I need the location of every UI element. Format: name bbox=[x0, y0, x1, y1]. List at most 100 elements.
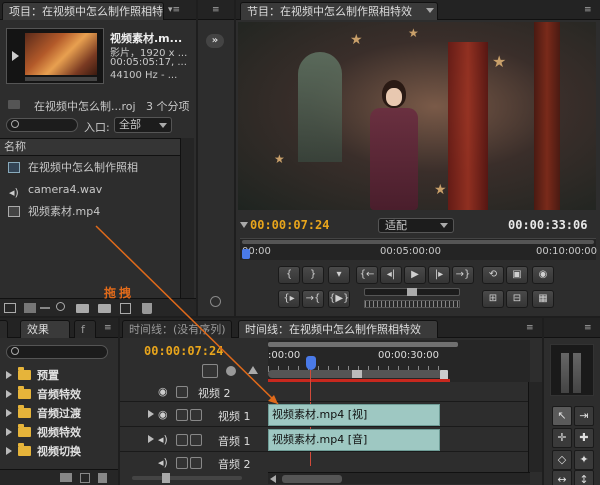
playhead-icon[interactable] bbox=[306, 356, 316, 370]
zoom-slider[interactable] bbox=[132, 473, 242, 483]
search-icon[interactable] bbox=[56, 302, 65, 311]
effects-folder-presets[interactable]: 预置 bbox=[0, 366, 118, 385]
folder-icon[interactable] bbox=[98, 304, 111, 313]
lock-icon[interactable] bbox=[176, 409, 188, 421]
hand-tool-icon[interactable]: ↕ bbox=[574, 470, 594, 485]
play-around-button[interactable]: {▶} bbox=[328, 290, 350, 308]
ripple-edit-tool-icon[interactable]: ✛ bbox=[552, 428, 572, 448]
mark-in-button[interactable]: { bbox=[278, 266, 300, 284]
thumbnail-scrub-bar[interactable] bbox=[25, 77, 97, 81]
audio-clip[interactable]: 视频素材.mp4 [音] bbox=[268, 429, 440, 451]
track-select-tool-icon[interactable]: ⇥ bbox=[574, 406, 594, 426]
lock-icon[interactable] bbox=[176, 386, 188, 398]
panel-menu-icon[interactable]: ≡ bbox=[104, 323, 112, 333]
name-column-header[interactable]: 名称 bbox=[0, 138, 180, 156]
project-search-input[interactable] bbox=[6, 118, 78, 132]
scroll-left-icon[interactable] bbox=[270, 475, 276, 483]
panel-menu-icon[interactable]: ≡ bbox=[212, 5, 220, 15]
mark-out-button[interactable]: } bbox=[302, 266, 324, 284]
new-item-icon[interactable] bbox=[80, 473, 90, 483]
trash-icon[interactable] bbox=[142, 303, 152, 314]
sync-lock-icon[interactable] bbox=[190, 434, 202, 446]
slip-tool-icon[interactable]: ✦ bbox=[574, 450, 594, 470]
panel-menu-icon[interactable]: ≡ bbox=[526, 323, 534, 333]
program-current-time[interactable]: 00:00:07:24 bbox=[250, 218, 329, 232]
fit-select[interactable]: 适配 bbox=[378, 218, 454, 233]
list-view-icon[interactable] bbox=[4, 303, 16, 313]
tab-project[interactable]: 项目：在视频中怎么制作照相特 bbox=[2, 2, 164, 20]
tab-hidden[interactable] bbox=[0, 320, 8, 338]
new-bin-icon[interactable] bbox=[76, 304, 89, 313]
eye-icon[interactable]: ◉ bbox=[158, 408, 168, 421]
timeline-vertical-scrollbar[interactable] bbox=[528, 382, 542, 472]
new-item-icon[interactable] bbox=[120, 303, 131, 314]
eye-icon[interactable]: ◉ bbox=[158, 385, 168, 398]
effects-folder-video-transitions[interactable]: 视频切换 bbox=[0, 442, 118, 461]
set-marker-icon[interactable] bbox=[248, 366, 258, 374]
effects-folder-audio-transitions[interactable]: 音频过渡 bbox=[0, 404, 118, 423]
zoom-slider[interactable] bbox=[40, 307, 50, 309]
ruler-range-bar[interactable] bbox=[242, 240, 594, 244]
entry-select[interactable]: 全部 bbox=[114, 117, 172, 133]
pen-tool-icon[interactable]: ↔ bbox=[552, 470, 572, 485]
list-item[interactable]: 视频素材.mp4 bbox=[0, 202, 180, 222]
new-bin-icon[interactable] bbox=[60, 473, 72, 482]
play-in-to-out-button[interactable]: {▸ bbox=[278, 290, 300, 308]
effects-folder-audio-effects[interactable]: 音频特效 bbox=[0, 385, 118, 404]
program-video-frame[interactable]: ★ ★ ★ ★ ★ bbox=[238, 22, 596, 210]
playhead-icon[interactable] bbox=[242, 249, 250, 259]
shuttle-left-button[interactable]: →{ bbox=[302, 290, 324, 308]
trash-icon[interactable] bbox=[98, 473, 107, 483]
list-item[interactable]: ◂) camera4.wav bbox=[0, 180, 180, 200]
go-to-out-button[interactable]: →} bbox=[452, 266, 474, 284]
power-icon[interactable] bbox=[210, 296, 221, 307]
razor-tool-icon[interactable]: ◇ bbox=[552, 450, 572, 470]
marker-button[interactable]: ▾ bbox=[328, 266, 350, 284]
tab-effects[interactable]: 效果 bbox=[20, 320, 70, 338]
play-button[interactable]: ▶ bbox=[404, 266, 426, 284]
tab-info[interactable]: f bbox=[74, 320, 96, 338]
sync-lock-icon[interactable] bbox=[190, 457, 202, 469]
selection-tool-icon[interactable]: ↖ bbox=[552, 406, 572, 426]
project-scrollbar[interactable] bbox=[180, 138, 194, 298]
lock-icon[interactable] bbox=[176, 457, 188, 469]
snap-icon[interactable] bbox=[202, 364, 218, 378]
zoom-slider-thumb[interactable] bbox=[162, 473, 170, 483]
video-clip[interactable]: 视频素材.mp4 [视] bbox=[268, 404, 440, 426]
effects-search-input[interactable] bbox=[6, 345, 108, 359]
panel-menu-icon[interactable]: ▾≡ bbox=[168, 5, 180, 15]
tab-timeline-empty[interactable]: 时间线：(没有序列) bbox=[122, 320, 232, 338]
go-to-in-button[interactable]: {← bbox=[356, 266, 378, 284]
work-area-bar[interactable] bbox=[268, 342, 458, 347]
speaker-icon[interactable]: ◂) bbox=[158, 456, 168, 469]
output-button[interactable]: ◉ bbox=[532, 266, 554, 284]
extract-button[interactable]: ⊟ bbox=[506, 290, 528, 308]
panel-menu-icon[interactable]: ≡ bbox=[584, 323, 592, 333]
shuttle-slider[interactable] bbox=[364, 288, 460, 296]
tab-timeline-active[interactable]: 时间线：在视频中怎么制作照相特效 bbox=[238, 320, 438, 338]
lock-icon[interactable] bbox=[176, 434, 188, 446]
sync-lock-icon[interactable] bbox=[190, 409, 202, 421]
timeline-current-time[interactable]: 00:00:07:24 bbox=[144, 344, 223, 358]
panel-menu-icon[interactable]: ≡ bbox=[584, 5, 592, 15]
expand-icon[interactable]: » bbox=[206, 34, 224, 48]
jog-wheel[interactable] bbox=[364, 300, 460, 308]
tab-program[interactable]: 节目：在视频中怎么制作照相特效 bbox=[240, 2, 438, 20]
step-back-button[interactable]: ◂| bbox=[380, 266, 402, 284]
lift-button[interactable]: ⊞ bbox=[482, 290, 504, 308]
speaker-icon[interactable]: ◂) bbox=[158, 433, 168, 446]
collapse-arrow-icon[interactable] bbox=[148, 435, 154, 443]
chevron-down-icon[interactable] bbox=[426, 8, 434, 13]
zoom-scroll-thumb[interactable] bbox=[352, 370, 362, 378]
loop-button[interactable]: ⟲ bbox=[482, 266, 504, 284]
trim-button[interactable]: ▦ bbox=[532, 290, 554, 308]
play-icon[interactable] bbox=[12, 51, 19, 61]
icon-view-icon[interactable] bbox=[24, 303, 36, 313]
marker-icon[interactable] bbox=[226, 366, 236, 376]
shuttle-slider-thumb[interactable] bbox=[407, 288, 417, 296]
effects-folder-video-effects[interactable]: 视频特效 bbox=[0, 423, 118, 442]
rolling-edit-tool-icon[interactable]: ✚ bbox=[574, 428, 594, 448]
safe-margins-button[interactable]: ▣ bbox=[506, 266, 528, 284]
scroll-thumb[interactable] bbox=[282, 475, 342, 483]
step-forward-button[interactable]: |▸ bbox=[428, 266, 450, 284]
